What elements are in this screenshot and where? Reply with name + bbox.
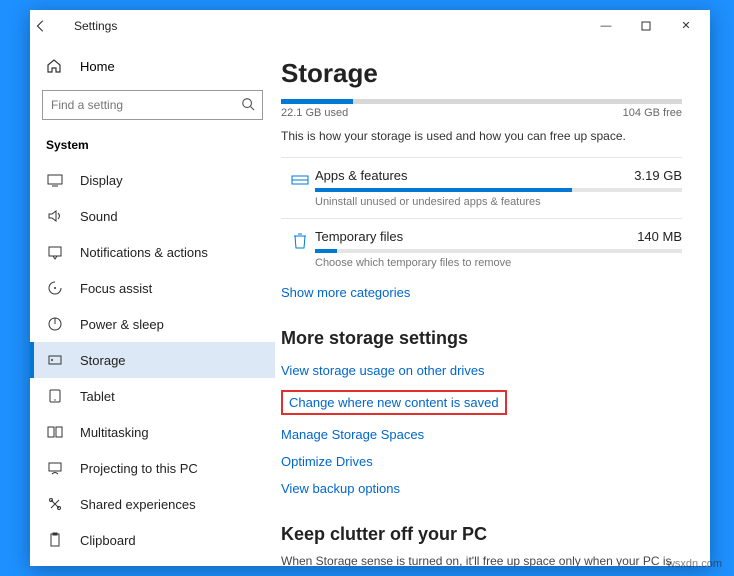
multitasking-icon (46, 423, 64, 441)
minimize-button[interactable]: — (586, 10, 626, 42)
section-label: System (30, 132, 275, 162)
search-input[interactable] (42, 90, 263, 120)
used-label: 22.1 GB used (281, 107, 348, 119)
free-label: 104 GB free (623, 107, 682, 119)
nav-multitasking[interactable]: Multitasking (30, 414, 275, 450)
sound-icon (46, 207, 64, 225)
nav-power-sleep[interactable]: Power & sleep (30, 306, 275, 342)
close-button[interactable]: ✕ (666, 10, 706, 42)
nav-storage[interactable]: Storage (30, 342, 275, 378)
nav-shared-experiences[interactable]: Shared experiences (30, 486, 275, 522)
nav-label: Power & sleep (80, 317, 164, 332)
shared-icon (46, 495, 64, 513)
nav-clipboard[interactable]: Clipboard (30, 522, 275, 558)
category-temp[interactable]: Temporary files 140 MB Choose which tempo… (281, 218, 682, 279)
cat-sub: Uninstall unused or undesired apps & fea… (315, 196, 682, 208)
cat-size: 140 MB (637, 229, 682, 244)
clutter-para: When Storage sense is turned on, it'll f… (281, 553, 682, 566)
category-apps[interactable]: Apps & features 3.19 GB Uninstall unused … (281, 157, 682, 218)
storage-description: This is how your storage is used and how… (281, 129, 682, 143)
focus-assist-icon (46, 279, 64, 297)
nav-sound[interactable]: Sound (30, 198, 275, 234)
nav-label: Multitasking (80, 425, 149, 440)
storage-bar-labels: 22.1 GB used 104 GB free (281, 107, 682, 119)
cat-sub: Choose which temporary files to remove (315, 257, 682, 269)
cat-size: 3.19 GB (634, 168, 682, 183)
watermark: wsxdn.com (667, 558, 722, 570)
nav-label: Clipboard (80, 533, 136, 548)
storage-icon (46, 351, 64, 369)
trash-icon (285, 229, 315, 269)
nav-label: Shared experiences (80, 497, 196, 512)
nav-display[interactable]: Display (30, 162, 275, 198)
display-icon (46, 171, 64, 189)
show-more-link[interactable]: Show more categories (281, 285, 410, 300)
nav-projecting[interactable]: Projecting to this PC (30, 450, 275, 486)
nav-label: Focus assist (80, 281, 152, 296)
storage-bar (281, 99, 682, 104)
cat-name: Apps & features (315, 168, 408, 183)
link-other-drives[interactable]: View storage usage on other drives (281, 363, 485, 378)
link-optimize-drives[interactable]: Optimize Drives (281, 454, 373, 469)
notifications-icon (46, 243, 64, 261)
sidebar: Home System Display Sound Notifications … (30, 42, 275, 566)
link-storage-spaces[interactable]: Manage Storage Spaces (281, 427, 424, 442)
nav-label: Projecting to this PC (80, 461, 198, 476)
main-content: Storage 22.1 GB used 104 GB free This is… (275, 42, 710, 566)
nav-label: Display (80, 173, 123, 188)
nav-label: Sound (80, 209, 118, 224)
page-title: Storage (281, 58, 682, 89)
link-backup-options[interactable]: View backup options (281, 481, 400, 496)
back-button[interactable] (34, 19, 70, 33)
clipboard-icon (46, 531, 64, 549)
titlebar: Settings — ✕ (30, 10, 710, 42)
window-title: Settings (74, 19, 117, 33)
home-label: Home (80, 59, 115, 74)
clutter-heading: Keep clutter off your PC (281, 524, 682, 545)
more-settings-heading: More storage settings (281, 328, 682, 349)
power-icon (46, 315, 64, 333)
nav-focus-assist[interactable]: Focus assist (30, 270, 275, 306)
cat-name: Temporary files (315, 229, 403, 244)
maximize-button[interactable] (626, 21, 666, 31)
projecting-icon (46, 459, 64, 477)
home-icon (46, 58, 66, 74)
nav-label: Notifications & actions (80, 245, 208, 260)
nav-label: Storage (80, 353, 126, 368)
settings-window: Settings — ✕ Home System (30, 10, 710, 566)
link-change-where-saved[interactable]: Change where new content is saved (281, 390, 507, 415)
search-wrap (42, 90, 263, 120)
home-button[interactable]: Home (30, 50, 275, 82)
nav-label: Tablet (80, 389, 115, 404)
nav-tablet[interactable]: Tablet (30, 378, 275, 414)
apps-icon (285, 168, 315, 208)
tablet-icon (46, 387, 64, 405)
nav-notifications[interactable]: Notifications & actions (30, 234, 275, 270)
